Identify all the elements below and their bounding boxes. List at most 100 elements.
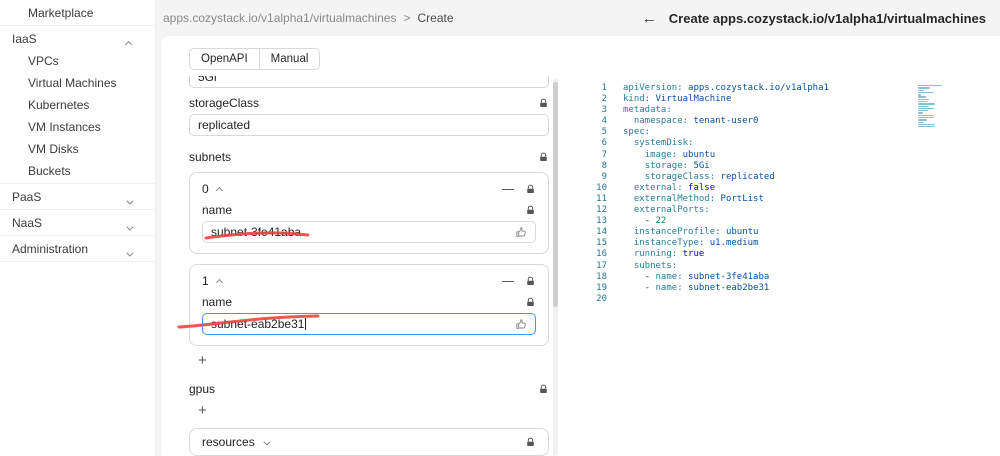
chevron-down-icon (126, 220, 134, 234)
remove-subnet-0-button[interactable] (502, 188, 514, 190)
line-number: 18 (596, 271, 607, 282)
sidebar: Marketplace IaaS VPCs Virtual Machines K… (0, 0, 156, 456)
line-number: 6 (601, 138, 607, 149)
subnet-1-name-input[interactable]: subnet-eab2be31 (202, 313, 536, 335)
subnet-0-name-label-row: name (202, 203, 536, 217)
sidebar-item-label: Buckets (28, 164, 71, 178)
chevron-up-icon (215, 274, 223, 288)
lock-icon (538, 98, 549, 109)
sidebar-group-iaas[interactable]: IaaS (0, 27, 155, 50)
chevron-down-icon (126, 194, 134, 208)
storage-value: 5Gi (198, 76, 217, 84)
minimap[interactable] (918, 85, 942, 131)
line-number: 17 (596, 260, 607, 271)
line-number: 4 (601, 116, 607, 127)
sidebar-item-vm-disks[interactable]: VM Disks (0, 138, 155, 160)
subnet-item-1: 1 name subnet-eab2be31 (189, 264, 549, 346)
code-line: 18 - name: subnet-3fe41aba (579, 272, 1000, 283)
line-number: 3 (601, 105, 607, 116)
line-number: 2 (601, 94, 607, 105)
form-panel: 5Gi storageClass replicated subnets 0 na… (161, 76, 549, 456)
sidebar-item-vpcs[interactable]: VPCs (0, 50, 155, 72)
lock-icon (525, 437, 536, 448)
sidebar-item-vm-instances[interactable]: VM Instances (0, 116, 155, 138)
name-label: name (202, 203, 233, 217)
line-number: 13 (596, 216, 607, 227)
like-icon[interactable] (515, 226, 528, 242)
chevron-up-icon (124, 36, 133, 50)
card-content: 5Gi storageClass replicated subnets 0 na… (161, 76, 1000, 456)
divider (0, 261, 155, 262)
subnet-item-0: 0 name subnet-3fe41aba (189, 172, 549, 254)
breadcrumb: apps.cozystack.io/v1alpha1/virtualmachin… (163, 11, 454, 25)
add-gpu-button[interactable]: + (198, 403, 212, 418)
line-number: 1 (601, 83, 607, 93)
sidebar-item-label: VM Disks (28, 142, 79, 156)
tab-openapi[interactable]: OpenAPI (190, 49, 259, 69)
sidebar-item-label: Administration (12, 241, 89, 256)
resources-label: resources (202, 435, 255, 449)
breadcrumb-separator: > (403, 11, 411, 25)
sidebar-group-administration[interactable]: Administration (0, 237, 155, 260)
sidebar-group-naas[interactable]: NaaS (0, 211, 155, 234)
code-line: 20 (579, 294, 1000, 305)
storage-input-partial[interactable]: 5Gi (189, 76, 549, 88)
code-line: 8 storage: 5Gi (579, 161, 1000, 172)
text-cursor (305, 318, 307, 330)
code-line: 17 subnets: (579, 261, 1000, 272)
scrollbar-thumb[interactable] (553, 82, 558, 307)
sidebar-item-label: Virtual Machines (28, 76, 117, 90)
editor-mode-tabs: OpenAPI Manual (161, 36, 1000, 76)
app-window: Marketplace IaaS VPCs Virtual Machines K… (0, 0, 1000, 456)
line-number: 8 (601, 160, 607, 171)
code-line: 14 instanceProfile: ubuntu (579, 227, 1000, 238)
subnet-item-1-collapse-toggle[interactable]: 1 (202, 274, 223, 288)
gpus-label: gpus (189, 382, 216, 396)
sidebar-item-virtual-machines[interactable]: Virtual Machines (0, 72, 155, 94)
sidebar-item-label: PaaS (12, 189, 42, 204)
line-number: 15 (596, 238, 607, 249)
lock-icon (525, 184, 536, 195)
subnets-label-row: subnets (189, 150, 549, 164)
sidebar-item-label: Kubernetes (28, 98, 90, 112)
code-line: 12 externalPorts: (579, 205, 1000, 216)
remove-subnet-1-button[interactable] (502, 280, 514, 282)
sidebar-item-label: VPCs (28, 54, 59, 68)
divider (0, 183, 155, 184)
like-icon[interactable] (515, 318, 528, 334)
create-form-card: OpenAPI Manual 5Gi storageClass replicat… (161, 36, 1000, 456)
resources-collapse[interactable]: resources (189, 428, 549, 456)
subnet-item-0-collapse-toggle[interactable]: 0 (202, 182, 223, 196)
lock-icon (525, 297, 536, 308)
storageclass-label-row: storageClass (189, 96, 549, 110)
add-subnet-button[interactable]: + (198, 353, 212, 368)
code-line: 11 externalMethod: PortList (579, 194, 1000, 205)
code-line: 7 image: ubuntu (579, 150, 1000, 161)
line-number: 11 (596, 193, 607, 204)
sidebar-item-label: NaaS (12, 215, 43, 230)
subnet-1-name-value: subnet-eab2be31 (211, 317, 305, 331)
chevron-down-icon (126, 246, 134, 260)
storageclass-label: storageClass (189, 96, 260, 110)
back-arrow-icon[interactable]: ← (642, 10, 657, 27)
sidebar-item-marketplace[interactable]: Marketplace (0, 2, 155, 24)
item-index: 0 (202, 182, 209, 196)
sidebar-item-kubernetes[interactable]: Kubernetes (0, 94, 155, 116)
line-number: 19 (596, 282, 607, 293)
page-header: ← Create apps.cozystack.io/v1alpha1/virt… (642, 10, 986, 27)
yaml-editor[interactable]: 1 apiVersion: apps.cozystack.io/v1alpha1 2… (565, 76, 1000, 456)
page-title: Create apps.cozystack.io/v1alpha1/virtua… (668, 10, 986, 26)
divider (0, 209, 155, 210)
code-line: 10 external: false (579, 183, 1000, 194)
line-number: 12 (596, 205, 607, 216)
subnet-0-name-input[interactable]: subnet-3fe41aba (202, 221, 536, 243)
tab-manual[interactable]: Manual (258, 49, 320, 69)
gpus-label-row: gpus (189, 382, 549, 396)
subnet-1-name-label-row: name (202, 295, 536, 309)
sidebar-group-paas[interactable]: PaaS (0, 185, 155, 208)
sidebar-item-buckets[interactable]: Buckets (0, 160, 155, 182)
lock-icon (525, 276, 536, 287)
code-line: 16 running: true (579, 249, 1000, 260)
breadcrumb-path-link[interactable]: apps.cozystack.io/v1alpha1/virtualmachin… (163, 11, 396, 25)
storageclass-input[interactable]: replicated (189, 114, 549, 136)
